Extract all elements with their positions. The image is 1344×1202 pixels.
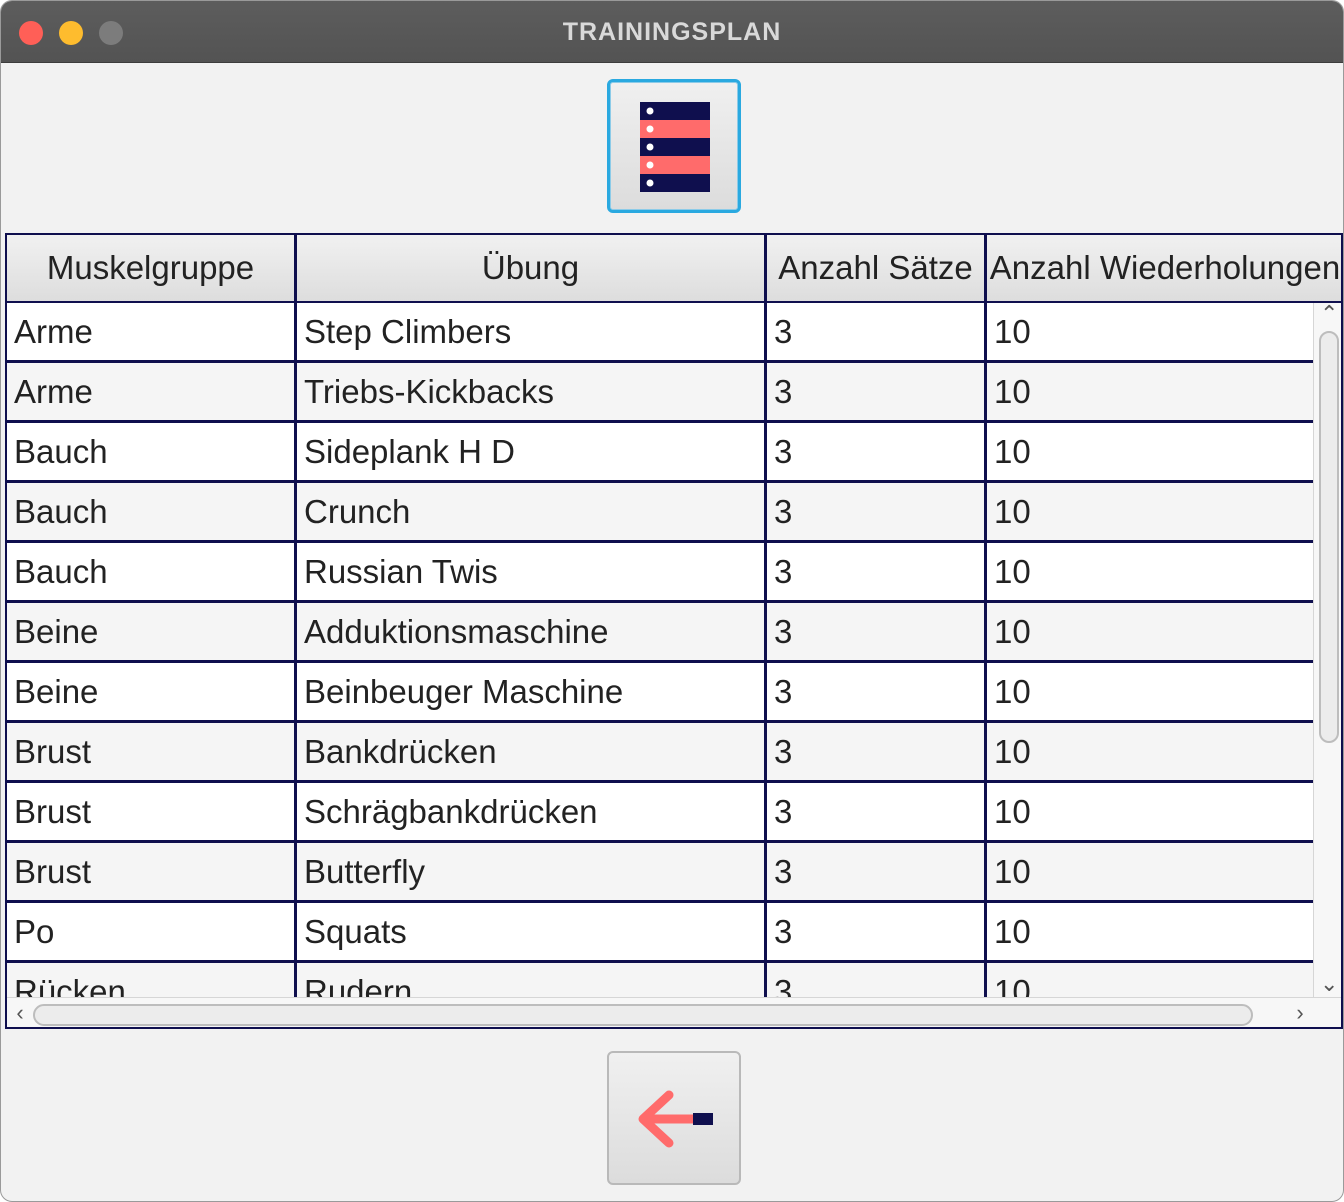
column-header-muskelgruppe[interactable]: Muskelgruppe [7,235,297,301]
vertical-scrollbar[interactable]: ⌃ ⌄ [1313,303,1341,997]
cell-wiederholungen: 10 [994,313,1031,350]
cell-uebung: Crunch [297,483,767,540]
cell-uebung: Triebs-Kickbacks [297,363,767,420]
cell-saetze: 3 [767,963,987,997]
cell-muskelgruppe: Po [7,903,297,960]
cell-wiederholungen: 10 [994,373,1031,410]
scroll-left-icon[interactable]: ‹ [11,1002,29,1024]
scroll-up-icon[interactable]: ⌃ [1320,303,1338,325]
cell-uebung: Squats [297,903,767,960]
column-header-wiederholungen[interactable]: Anzahl Wiederholungen [987,235,1341,301]
cell-uebung: Adduktionsmaschine [297,603,767,660]
back-button[interactable] [607,1051,741,1185]
cell-wiederholungen: 10 [994,853,1031,890]
cell-saetze: 3 [767,603,987,660]
table-row[interactable]: Brust Butterfly 3 10 [7,843,1313,903]
title-bar[interactable]: TRAININGSPLAN [1,1,1343,63]
cell-muskelgruppe: Bauch [7,543,297,600]
cell-uebung: Beinbeuger Maschine [297,663,767,720]
cell-saetze: 3 [767,423,987,480]
cell-uebung: Schrägbankdrücken [297,783,767,840]
horizontal-scrollbar[interactable]: ‹ › [7,997,1341,1027]
horizontal-scroll-thumb[interactable] [33,1004,1253,1026]
cell-wiederholungen: 10 [994,793,1031,830]
training-plan-button[interactable] [607,79,741,213]
cell-saetze: 3 [767,663,987,720]
cell-wiederholungen: 10 [994,913,1031,950]
cell-uebung: Butterfly [297,843,767,900]
table-row[interactable]: Beine Adduktionsmaschine 3 10 [7,603,1313,663]
training-table[interactable]: Muskelgruppe Übung Anzahl Sätze Anzahl W… [5,233,1343,1029]
table-row[interactable]: Arme Step Climbers 3 10 [7,303,1313,363]
cell-saetze: 3 [767,483,987,540]
cell-muskelgruppe: Arme [7,363,297,420]
cell-wiederholungen: 10 [994,613,1031,650]
scroll-right-icon[interactable]: › [1291,1002,1309,1024]
cell-muskelgruppe: Rücken [7,963,297,997]
table-body: Arme Step Climbers 3 10 Arme Triebs-Kick… [7,303,1313,997]
list-plan-icon [640,102,710,192]
cell-wiederholungen: 10 [994,493,1031,530]
cell-uebung: Sideplank H D [297,423,767,480]
cell-saetze: 3 [767,303,987,360]
column-header-uebung[interactable]: Übung [297,235,767,301]
app-window: TRAININGSPLAN Muskelgruppe Übung Anzahl … [0,0,1344,1202]
cell-muskelgruppe: Arme [7,303,297,360]
vertical-scroll-thumb[interactable] [1319,331,1339,743]
cell-muskelgruppe: Beine [7,663,297,720]
table-row[interactable]: Po Squats 3 10 [7,903,1313,963]
cell-saetze: 3 [767,723,987,780]
cell-muskelgruppe: Brust [7,723,297,780]
cell-muskelgruppe: Brust [7,843,297,900]
table-row[interactable]: Bauch Sideplank H D 3 10 [7,423,1313,483]
cell-wiederholungen: 10 [994,553,1031,590]
back-arrow-icon [638,1090,713,1148]
window-title: TRAININGSPLAN [562,18,782,46]
cell-wiederholungen: 10 [994,973,1031,997]
cell-muskelgruppe: Bauch [7,423,297,480]
cell-wiederholungen: 10 [994,433,1031,470]
cell-saetze: 3 [767,843,987,900]
scroll-down-icon[interactable]: ⌄ [1320,973,1338,995]
cell-saetze: 3 [767,783,987,840]
table-header: Muskelgruppe Übung Anzahl Sätze Anzahl W… [7,235,1341,303]
cell-muskelgruppe: Beine [7,603,297,660]
table-row[interactable]: Bauch Crunch 3 10 [7,483,1313,543]
table-row[interactable]: Brust Schrägbankdrücken 3 10 [7,783,1313,843]
cell-saetze: 3 [767,363,987,420]
cell-uebung: Step Climbers [297,303,767,360]
cell-saetze: 3 [767,903,987,960]
table-row[interactable]: Brust Bankdrücken 3 10 [7,723,1313,783]
table-row[interactable]: Arme Triebs-Kickbacks 3 10 [7,363,1313,423]
cell-uebung: Rudern [297,963,767,997]
column-header-saetze[interactable]: Anzahl Sätze [767,235,987,301]
table-row[interactable]: Beine Beinbeuger Maschine 3 10 [7,663,1313,723]
cell-muskelgruppe: Brust [7,783,297,840]
cell-wiederholungen: 10 [994,733,1031,770]
cell-wiederholungen: 10 [994,673,1031,710]
cell-muskelgruppe: Bauch [7,483,297,540]
cell-saetze: 3 [767,543,987,600]
cell-uebung: Bankdrücken [297,723,767,780]
cell-uebung: Russian Twis [297,543,767,600]
table-row[interactable]: Rücken Rudern 3 10 [7,963,1313,997]
table-row[interactable]: Bauch Russian Twis 3 10 [7,543,1313,603]
